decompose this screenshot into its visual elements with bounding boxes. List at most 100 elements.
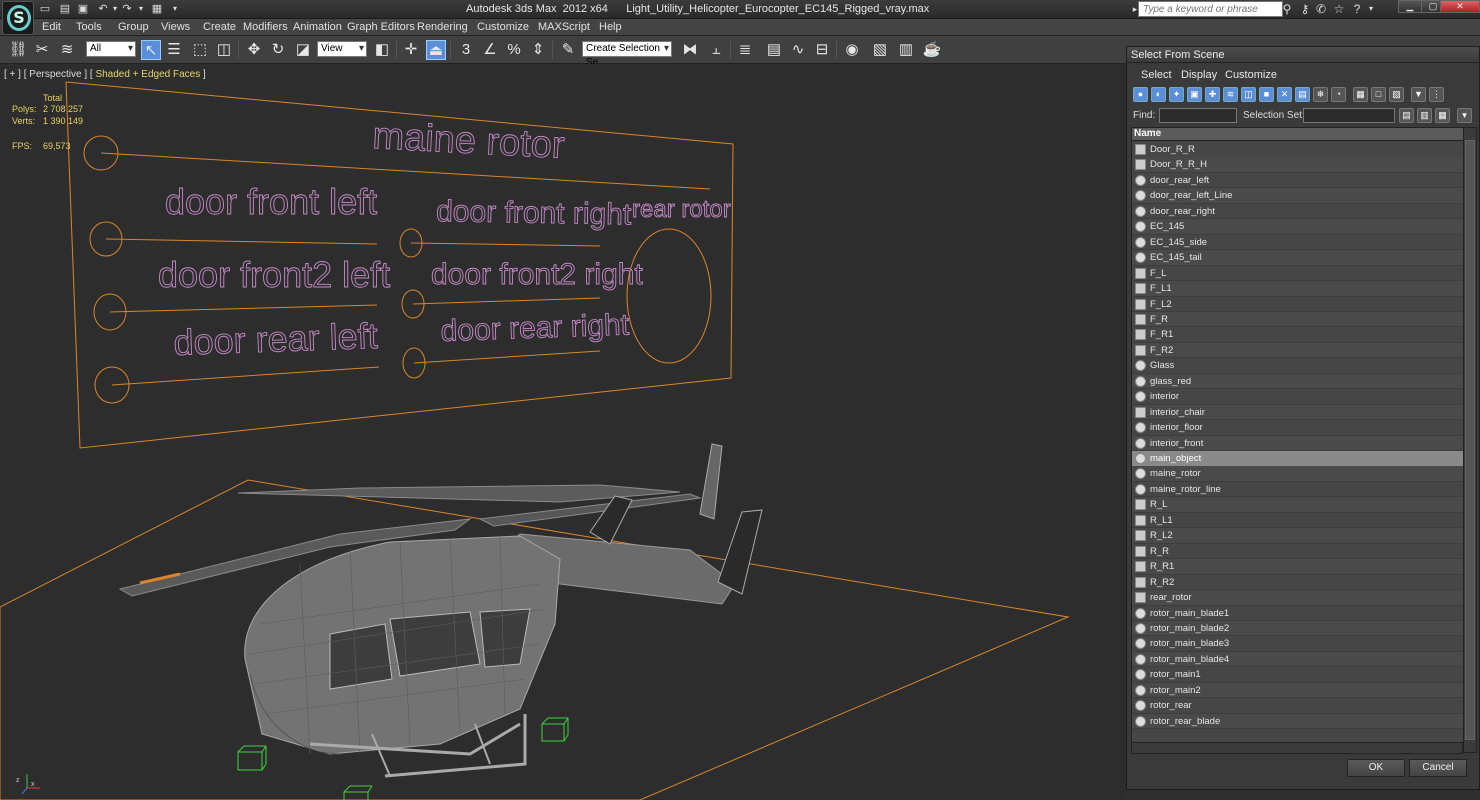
display-geometry-icon[interactable]: ●	[1133, 87, 1148, 102]
list-item[interactable]: glass_red	[1132, 373, 1464, 390]
dialog-menu-display[interactable]: Display	[1181, 69, 1217, 81]
list-item[interactable]: interior_chair	[1132, 404, 1464, 421]
menu-graph-editors[interactable]: Graph Editors	[347, 21, 415, 33]
selection-set-remove-icon[interactable]: ▦	[1435, 108, 1450, 123]
display-groups-icon[interactable]: ◫	[1241, 87, 1256, 102]
percent-snap-icon[interactable]: %	[504, 40, 524, 60]
close-window-button[interactable]: ✕	[1440, 0, 1480, 13]
list-item[interactable]: interior_floor	[1132, 420, 1464, 436]
display-cameras-icon[interactable]: ▣	[1187, 87, 1202, 102]
selection-filter-dropdown[interactable]: All	[86, 41, 136, 57]
list-item[interactable]: F_R1	[1132, 327, 1464, 343]
list-item[interactable]: F_L	[1132, 266, 1464, 282]
menu-group[interactable]: Group	[118, 21, 149, 33]
render-production-icon[interactable]: ☕	[922, 40, 942, 60]
list-horizontal-scrollbar[interactable]	[1131, 742, 1463, 754]
list-item[interactable]: R_L	[1132, 497, 1464, 513]
list-item[interactable]: interior	[1132, 389, 1464, 405]
subscription-key-icon[interactable]: ⚷	[1298, 2, 1312, 16]
material-editor-icon[interactable]: ◉	[842, 40, 862, 60]
display-containers-icon[interactable]: ▤	[1295, 87, 1310, 102]
rectangular-selection-icon[interactable]: ⬚	[190, 40, 210, 60]
list-item[interactable]: F_R2	[1132, 342, 1464, 359]
schematic-view-icon[interactable]: ⊟	[812, 40, 832, 60]
filter-icon[interactable]: ▼	[1411, 87, 1426, 102]
menu-views[interactable]: Views	[161, 21, 190, 33]
list-item[interactable]: rotor_main_blade1	[1132, 606, 1464, 621]
unlink-icon[interactable]: ✂	[32, 40, 52, 60]
list-item[interactable]: R_R	[1132, 544, 1464, 560]
name-column-header[interactable]: Name	[1132, 128, 1476, 141]
viewport-shading-mode[interactable]: Shaded + Edged Faces	[95, 69, 200, 80]
angle-snap-icon[interactable]: ∠	[480, 40, 500, 60]
filter-options-icon[interactable]: ⋮	[1429, 87, 1444, 102]
pivot-center-icon[interactable]: ◧	[372, 40, 392, 60]
menu-maxscript[interactable]: MAXScript	[538, 21, 590, 33]
spinner-snap-icon[interactable]: ⇕	[528, 40, 548, 60]
layer-manager-icon[interactable]: ≣	[735, 40, 755, 60]
link-icon[interactable]: ⛓	[8, 40, 28, 60]
selection-set-add-icon[interactable]: ▥	[1417, 108, 1432, 123]
list-item[interactable]: rotor_main_blade4	[1132, 651, 1464, 668]
project-folder-icon[interactable]: ▦	[150, 2, 164, 16]
viewport-label-prefix[interactable]: [ + ] [ Perspective ] [	[4, 69, 95, 80]
list-item[interactable]: main_object	[1132, 451, 1464, 467]
list-item[interactable]: rotor_rear	[1132, 698, 1464, 714]
list-item[interactable]: interior_front	[1132, 435, 1464, 452]
rendered-frame-window-icon[interactable]: ▥	[896, 40, 916, 60]
list-item[interactable]: R_L1	[1132, 513, 1464, 529]
display-hidden-icon[interactable]: ◔	[1331, 87, 1346, 102]
display-bones-icon[interactable]: ✕	[1277, 87, 1292, 102]
list-item[interactable]: door_rear_left	[1132, 173, 1464, 189]
communication-center-icon[interactable]: ✆	[1314, 2, 1328, 16]
open-file-icon[interactable]: ▤	[58, 2, 72, 16]
ok-button[interactable]: OK	[1347, 759, 1405, 777]
menu-customize[interactable]: Customize	[477, 21, 529, 33]
search-icon[interactable]: ⚲	[1280, 2, 1294, 16]
dialog-menu-customize[interactable]: Customize	[1225, 69, 1277, 81]
list-item[interactable]: R_R2	[1132, 575, 1464, 591]
find-input[interactable]	[1159, 108, 1237, 123]
menu-edit[interactable]: Edit	[42, 21, 61, 33]
keyword-search-input[interactable]	[1138, 1, 1283, 17]
help-dropdown-icon[interactable]: ▾	[1364, 2, 1378, 16]
display-invert-icon[interactable]: ▧	[1389, 87, 1404, 102]
redo-dropdown-icon[interactable]: ▾	[134, 2, 148, 16]
list-item[interactable]: EC_145_side	[1132, 235, 1464, 251]
list-item[interactable]: rotor_main2	[1132, 682, 1464, 699]
scene-object-list[interactable]: Name Door_R_R Door_R_R_H door_rear_left doo…	[1131, 127, 1477, 753]
cancel-button[interactable]: Cancel	[1409, 759, 1467, 777]
mirror-icon[interactable]: ⧓	[680, 40, 700, 60]
menu-modifiers[interactable]: Modifiers	[243, 21, 288, 33]
list-item[interactable]: F_R	[1132, 311, 1464, 328]
selection-set-dropdown[interactable]	[1303, 108, 1395, 123]
display-xrefs-icon[interactable]: ■	[1259, 87, 1274, 102]
list-item[interactable]: EC_145	[1132, 219, 1464, 235]
keyboard-shortcut-override-icon[interactable]: ⏏	[426, 40, 446, 60]
menu-tools[interactable]: Tools	[76, 21, 102, 33]
menu-rendering[interactable]: Rendering	[417, 21, 468, 33]
select-by-name-icon[interactable]: ☰	[164, 40, 184, 60]
list-item[interactable]: rotor_main1	[1132, 667, 1464, 683]
window-crossing-icon[interactable]: ◫	[214, 40, 234, 60]
list-item[interactable]: F_L2	[1132, 297, 1464, 312]
select-object-icon[interactable]: ↖	[141, 40, 161, 60]
app-menu-button[interactable]: S	[2, 1, 34, 35]
reference-coordinate-dropdown[interactable]: View	[317, 41, 367, 57]
curve-editor-icon[interactable]: ∿	[788, 40, 808, 60]
list-item[interactable]: rotor_rear_blade	[1132, 713, 1464, 730]
bind-spacewarp-icon[interactable]: ≋	[57, 40, 77, 60]
minimize-button[interactable]: ▁	[1398, 0, 1422, 13]
list-item[interactable]: rotor_main_blade3	[1132, 636, 1464, 652]
menu-animation[interactable]: Animation	[293, 21, 342, 33]
render-setup-icon[interactable]: ▧	[870, 40, 890, 60]
menu-help[interactable]: Help	[599, 21, 622, 33]
list-item[interactable]: door_rear_left_Line	[1132, 188, 1464, 204]
favorites-star-icon[interactable]: ☆	[1332, 2, 1346, 16]
rotate-icon[interactable]: ↻	[268, 40, 288, 60]
named-selection-set-dropdown[interactable]: Create Selection Se	[582, 41, 672, 68]
dialog-menu-select[interactable]: Select	[1141, 69, 1172, 81]
list-vertical-scrollbar[interactable]	[1463, 128, 1476, 752]
list-item[interactable]: maine_rotor_line	[1132, 482, 1464, 498]
display-lights-icon[interactable]: ✦	[1169, 87, 1184, 102]
